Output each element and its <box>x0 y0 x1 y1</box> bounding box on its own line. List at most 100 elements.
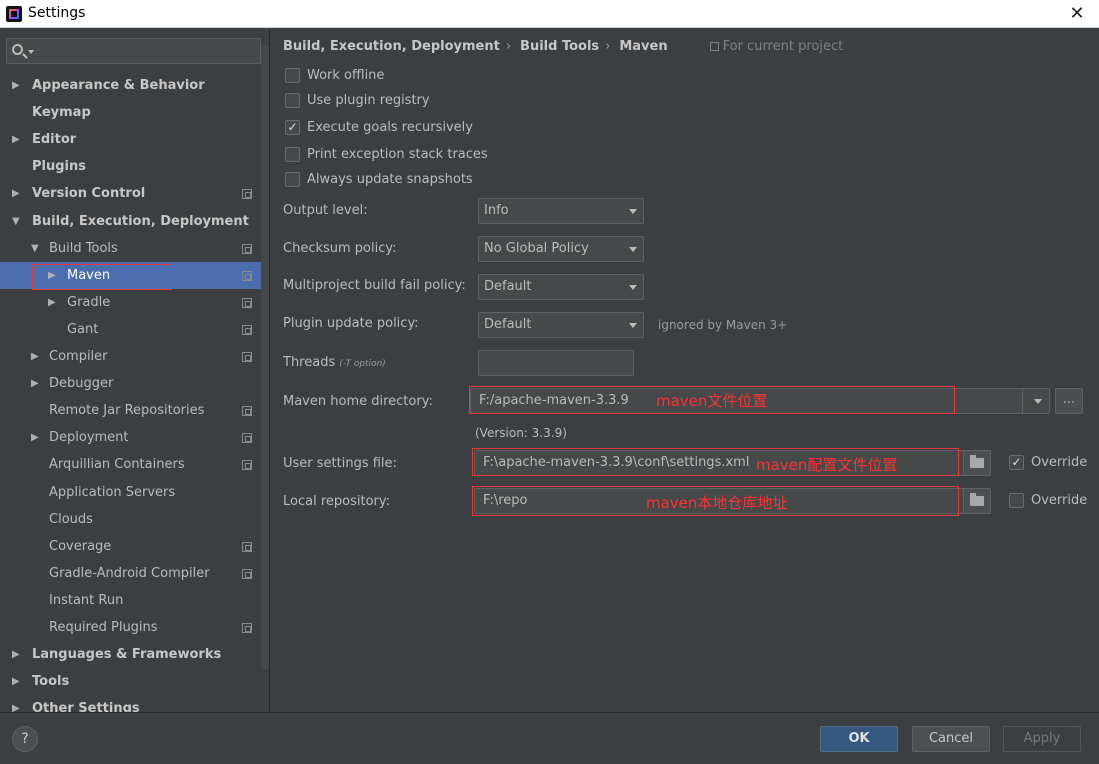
print-exception-checkbox[interactable]: Print exception stack traces <box>285 145 488 165</box>
sidebar-item-gradle[interactable]: ▶ Gradle <box>0 289 262 316</box>
expand-right-icon[interactable]: ▶ <box>31 370 43 397</box>
sidebar-item-gant[interactable]: Gant <box>0 316 262 343</box>
search-input[interactable] <box>6 38 261 64</box>
repo-override-checkbox[interactable]: Override <box>1009 491 1087 511</box>
expand-right-icon[interactable]: ▶ <box>48 262 60 289</box>
cancel-button[interactable]: Cancel <box>912 726 990 752</box>
expand-right-icon[interactable]: ▶ <box>12 668 24 695</box>
folder-browse-button[interactable] <box>963 488 991 514</box>
sidebar-item-tools[interactable]: ▶ Tools <box>0 668 262 695</box>
close-icon[interactable]: ✕ <box>1063 2 1091 26</box>
update-snapshots-checkbox[interactable]: Always update snapshots <box>285 170 473 190</box>
sidebar-item-gradle-android-compiler[interactable]: Gradle-Android Compiler <box>0 560 262 587</box>
chevron-down-icon <box>629 209 637 214</box>
sidebar-item-editor[interactable]: ▶ Editor <box>0 126 262 153</box>
checkbox-box[interactable] <box>285 93 300 108</box>
expand-down-icon[interactable]: ▼ <box>31 235 43 262</box>
expand-right-icon[interactable]: ▶ <box>31 424 43 451</box>
expand-right-icon[interactable]: ▶ <box>12 641 24 668</box>
sidebar-item-label: Keymap <box>32 105 91 121</box>
project-scope-icon <box>242 270 252 281</box>
sidebar-item-maven[interactable]: ▶ Maven <box>0 261 262 289</box>
folder-icon <box>970 493 984 506</box>
sidebar-scrollbar[interactable] <box>261 45 269 670</box>
folder-icon <box>970 455 984 468</box>
sidebar-item-label: Version Control <box>32 186 146 202</box>
threads-input[interactable] <box>478 350 634 376</box>
sidebar-item-label: Arquillian Containers <box>49 457 185 473</box>
sidebar-item-label: Build Tools <box>49 240 118 256</box>
project-scope-icon <box>242 541 252 552</box>
sidebar-item-label: Other Settings <box>32 701 140 712</box>
sidebar-item-label: Maven <box>67 267 111 283</box>
expand-right-icon[interactable]: ▶ <box>48 289 60 316</box>
plugin-registry-checkbox[interactable]: Use plugin registry <box>285 91 430 111</box>
project-scope-note: For current project <box>709 39 843 54</box>
sidebar-item-languages-frameworks[interactable]: ▶ Languages & Frameworks <box>0 641 262 668</box>
sidebar-item-compiler[interactable]: ▶ Compiler <box>0 343 262 370</box>
sidebar-item-build-tools[interactable]: ▼ Build Tools <box>0 235 262 262</box>
sidebar-item-debugger[interactable]: ▶ Debugger <box>0 370 262 397</box>
sidebar-item-keymap[interactable]: Keymap <box>0 99 262 126</box>
dialog-footer: ? OK Cancel Apply <box>0 712 1099 764</box>
expand-right-icon[interactable]: ▶ <box>12 72 24 99</box>
folder-browse-button[interactable] <box>963 450 991 476</box>
user-settings-input[interactable]: F:\apache-maven-3.3.9\conf\settings.xml <box>474 450 991 476</box>
help-button[interactable]: ? <box>12 726 38 752</box>
sidebar-item-coverage[interactable]: Coverage <box>0 533 262 560</box>
sidebar-item-plugins[interactable]: Plugins <box>0 153 262 180</box>
sidebar-item-label: Gant <box>67 321 99 337</box>
project-scope-icon <box>242 324 252 335</box>
work-offline-checkbox[interactable]: Work offline <box>285 66 384 86</box>
checkbox-box[interactable] <box>285 147 300 162</box>
project-scope-icon <box>242 623 252 633</box>
checksum-policy-select[interactable]: No Global Policy <box>478 236 644 262</box>
checkbox-box[interactable]: ✓ <box>1009 455 1024 470</box>
checkbox-box[interactable]: ✓ <box>285 120 300 135</box>
sidebar-item-label: Gradle-Android Compiler <box>49 565 210 581</box>
maven-version: (Version: 3.3.9) <box>475 426 567 440</box>
sidebar-item-required-plugins[interactable]: Required Plugins <box>0 614 262 641</box>
expand-down-icon[interactable]: ▼ <box>12 208 24 235</box>
ok-button[interactable]: OK <box>820 726 898 752</box>
project-scope-icon <box>242 352 252 362</box>
fail-policy-select[interactable]: Default <box>478 274 644 300</box>
sidebar-item-clouds[interactable]: Clouds <box>0 506 262 533</box>
sidebar-item-remote-jar-repositories[interactable]: Remote Jar Repositories <box>0 397 262 424</box>
title-bar: Settings ✕ <box>0 0 1099 28</box>
checkbox-box[interactable] <box>285 68 300 83</box>
sidebar-item-label: Clouds <box>49 511 93 527</box>
apply-button[interactable]: Apply <box>1003 726 1081 752</box>
expand-right-icon[interactable]: ▶ <box>12 180 24 207</box>
sidebar-item-appearance-behavior[interactable]: ▶ Appearance & Behavior <box>0 72 262 99</box>
sidebar-item-other-settings[interactable]: ▶ Other Settings <box>0 695 262 712</box>
expand-right-icon[interactable]: ▶ <box>12 126 24 153</box>
checkbox-box[interactable] <box>285 172 300 187</box>
expand-right-icon[interactable]: ▶ <box>12 695 24 712</box>
checksum-policy-label: Checksum policy: <box>283 241 397 256</box>
sidebar-item-build-execution-deployment[interactable]: ▼ Build, Execution, Deployment <box>0 208 262 235</box>
breadcrumb-item: Maven <box>619 39 668 54</box>
sidebar-item-deployment[interactable]: ▶ Deployment <box>0 424 262 451</box>
sidebar-item-application-servers[interactable]: Application Servers <box>0 479 262 506</box>
browse-button[interactable]: ... <box>1055 388 1083 414</box>
user-settings-label: User settings file: <box>283 456 397 471</box>
project-scope-icon <box>242 460 252 471</box>
search-icon <box>12 44 23 55</box>
sidebar-item-version-control[interactable]: ▶ Version Control <box>0 180 262 207</box>
checkbox-box[interactable] <box>1009 493 1024 508</box>
settings-override-checkbox[interactable]: ✓ Override <box>1009 453 1087 473</box>
sidebar-item-arquillian-containers[interactable]: Arquillian Containers <box>0 451 262 478</box>
chevron-down-icon <box>629 247 637 252</box>
chevron-down-icon <box>629 323 637 328</box>
plugin-update-select[interactable]: Default <box>478 312 644 338</box>
output-level-select[interactable]: Info <box>478 198 644 224</box>
local-repo-label: Local repository: <box>283 494 390 509</box>
sidebar-item-instant-run[interactable]: Instant Run <box>0 587 262 614</box>
expand-right-icon[interactable]: ▶ <box>31 343 43 370</box>
sidebar-item-label: Required Plugins <box>49 620 158 635</box>
execute-goals-checkbox[interactable]: ✓ Execute goals recursively <box>285 118 473 138</box>
project-scope-icon <box>242 568 252 579</box>
chevron-down-icon[interactable] <box>1034 399 1042 404</box>
project-scope-icon <box>242 297 252 308</box>
